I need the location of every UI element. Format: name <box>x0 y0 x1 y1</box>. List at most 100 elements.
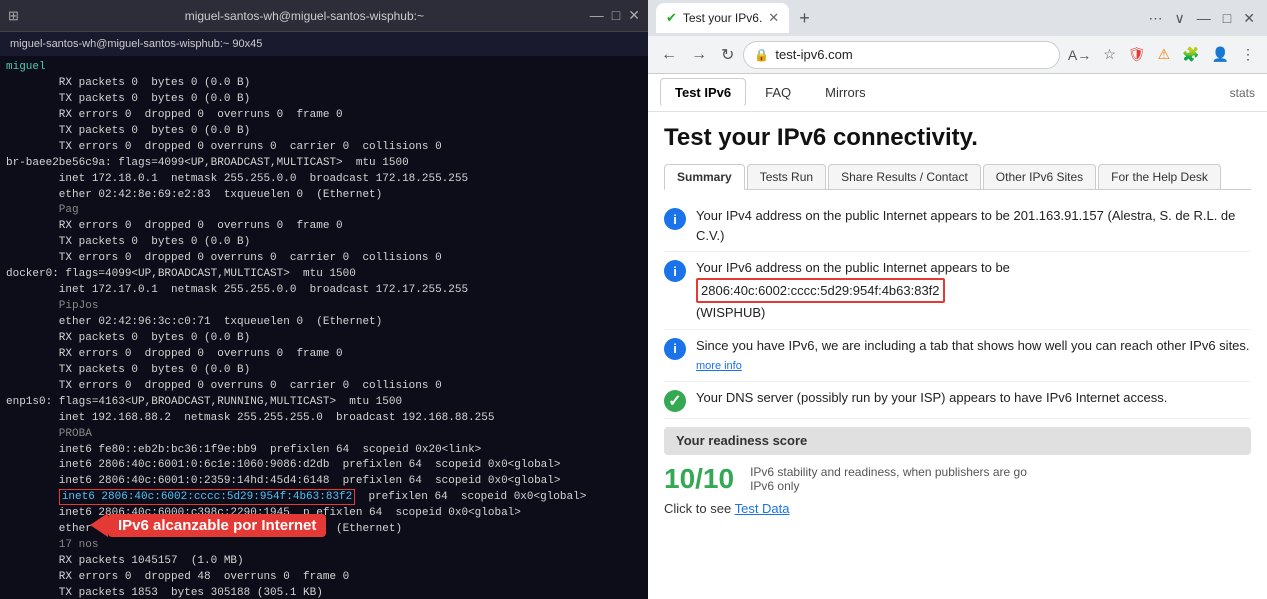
terminal-line: RX errors 0 dropped 0 overruns 0 frame 0 <box>6 108 642 124</box>
terminal-line: TX packets 0 bytes 0 (0.0 B) <box>6 92 642 108</box>
terminal-line: miguel <box>6 60 642 76</box>
browser-titlebar: ✔ Test your IPv6. ✕ + ⋯ ∨ — □ ✕ <box>648 0 1267 36</box>
terminal-line: TX packets 0 bytes 0 (0.0 B) <box>6 124 642 140</box>
tab-close-button[interactable]: ✕ <box>768 10 779 26</box>
info-icon-ipv4: i <box>664 208 686 230</box>
terminal-line: RX errors 0 dropped 0 overruns 0 frame 0 <box>6 219 642 235</box>
readiness-desc: IPv6 stability and readiness, when publi… <box>750 465 1030 493</box>
site-nav-tab-test-ipv6[interactable]: Test IPv6 <box>660 78 746 107</box>
terminal-line: TX errors 0 dropped 0 overruns 0 carrier… <box>6 379 642 395</box>
warning-icon[interactable]: ⚠ <box>1154 44 1175 65</box>
browser-toolbar: ← → ↻ 🔒 test-ipv6.com A→ ☆ 🛡 ⚠ 🧩 👤 ⋮ <box>648 36 1267 74</box>
tab-favicon-icon: ✔ <box>666 10 677 26</box>
info-row-ipv4: i Your IPv4 address on the public Intern… <box>664 200 1251 252</box>
info-icon-dns: ✓ <box>664 390 686 412</box>
inner-tab-tests-run[interactable]: Tests Run <box>747 164 826 189</box>
inner-tab-label-summary: Summary <box>677 170 732 184</box>
translate-button[interactable]: A→ <box>1064 45 1095 65</box>
inner-tab-label-share: Share Results / Contact <box>841 170 968 184</box>
maximize-button[interactable]: □ <box>612 7 620 24</box>
terminal-body: miguel RX packets 0 bytes 0 (0.0 B) TX p… <box>0 56 648 599</box>
terminal-line: enp1s0: flags=4163<UP,BROADCAST,RUNNING,… <box>6 395 642 411</box>
terminal-controls[interactable]: — □ ✕ <box>590 7 640 24</box>
site-nav-tab-faq[interactable]: FAQ <box>750 78 806 107</box>
test-data-link[interactable]: Test Data <box>735 501 790 516</box>
browser-tab[interactable]: ✔ Test your IPv6. ✕ <box>656 3 789 33</box>
terminal-line: inet 192.168.88.2 netmask 255.255.255.0 … <box>6 411 642 427</box>
extensions-button[interactable]: 🧩 <box>1178 44 1203 65</box>
terminal-tab-label: miguel-santos-wh@miguel-santos-wisphub:~… <box>10 38 262 50</box>
reload-button[interactable]: ↻ <box>716 43 739 67</box>
inner-tab-help-desk[interactable]: For the Help Desk <box>1098 164 1221 189</box>
terminal-line: inet6 2806:40c:6001:0:2359:14hd:45d4:614… <box>6 474 642 490</box>
terminal-line: docker0: flags=4099<UP,BROADCAST,MULTICA… <box>6 267 642 283</box>
browser-maximize-button[interactable]: □ <box>1219 8 1235 28</box>
browser-content: Test your IPv6 connectivity. Summary Tes… <box>648 112 1267 599</box>
url-security-icon: 🔒 <box>754 48 769 62</box>
minimize-button[interactable]: — <box>590 7 604 24</box>
terminal-panel: ⊞ miguel-santos-wh@miguel-santos-wisphub… <box>0 0 648 599</box>
site-nav-label-mirrors: Mirrors <box>825 85 865 100</box>
readiness-score: 10/10 <box>664 463 734 495</box>
terminal-line: TX errors 0 dropped 0 overruns 0 carrier… <box>6 251 642 267</box>
more-info-link[interactable]: more info <box>696 360 742 372</box>
terminal-tab[interactable]: miguel-santos-wh@miguel-santos-wisphub:~… <box>0 32 648 56</box>
menu-button[interactable]: ⋮ <box>1237 44 1259 65</box>
address-bar[interactable]: 🔒 test-ipv6.com <box>743 41 1059 69</box>
terminal-icon: ⊞ <box>8 8 19 24</box>
browser-minimize-button[interactable]: — <box>1193 8 1215 28</box>
terminal-title: miguel-santos-wh@miguel-santos-wisphub:~ <box>19 9 590 23</box>
terminal-titlebar: ⊞ miguel-santos-wh@miguel-santos-wisphub… <box>0 0 648 32</box>
bookmark-button[interactable]: ☆ <box>1099 44 1120 65</box>
terminal-line: TX packets 0 bytes 0 (0.0 B) <box>6 363 642 379</box>
terminal-line: TX errors 0 dropped 0 overruns 0 carrier… <box>6 140 642 156</box>
browser-more-icon[interactable]: ⋯ <box>1145 8 1167 29</box>
toolbar-icons: A→ ☆ 🛡 ⚠ 🧩 👤 ⋮ <box>1064 44 1259 65</box>
terminal-line: br-baee2be56c9a: flags=4099<UP,BROADCAST… <box>6 156 642 172</box>
shield-icon[interactable]: 🛡 <box>1124 44 1150 65</box>
test-data-row: Click to see Test Data <box>664 501 1251 516</box>
site-nav: Test IPv6 FAQ Mirrors stats <box>648 74 1267 112</box>
inner-tab-label-other-sites: Other IPv6 Sites <box>996 170 1083 184</box>
stats-button[interactable]: stats <box>1230 86 1255 100</box>
browser-chevron-icon[interactable]: ∨ <box>1171 8 1189 29</box>
inner-tab-label-tests-run: Tests Run <box>760 170 813 184</box>
readiness-bar-label: Your readiness score <box>676 433 807 448</box>
back-button[interactable]: ← <box>656 44 682 66</box>
terminal-line: RX packets 0 bytes 0 (0.0 B) <box>6 331 642 347</box>
terminal-line: TX packets 0 bytes 0 (0.0 B) <box>6 235 642 251</box>
terminal-line: ether 60:18:95:1c:d2:4d txqueuelen 1000 … <box>6 522 642 538</box>
terminal-line: Pag <box>6 203 642 219</box>
inner-tab-summary[interactable]: Summary <box>664 164 745 190</box>
browser-tab-label: Test your IPv6. <box>683 11 762 25</box>
profile-button[interactable]: 👤 <box>1208 44 1233 65</box>
terminal-line: PipJos <box>6 299 642 315</box>
terminal-line: inet6 2806:40c:6002:cccc:5d29:954f:4b63:… <box>6 490 642 506</box>
test-data-label: Click to see <box>664 501 731 516</box>
info-row-ipv6-sites: i Since you have IPv6, we are including … <box>664 330 1251 382</box>
page-title: Test your IPv6 connectivity. <box>664 124 1251 152</box>
terminal-line: ether 02:42:96:3c:c0:71 txqueuelen 0 (Et… <box>6 315 642 331</box>
forward-button[interactable]: → <box>686 44 712 66</box>
site-nav-tab-mirrors[interactable]: Mirrors <box>810 78 880 107</box>
new-tab-button[interactable]: + <box>795 8 814 29</box>
terminal-line: RX errors 0 dropped 48 overruns 0 frame … <box>6 570 642 586</box>
terminal-line: inet 172.18.0.1 netmask 255.255.0.0 broa… <box>6 172 642 188</box>
inner-tab-label-help-desk: For the Help Desk <box>1111 170 1208 184</box>
url-text: test-ipv6.com <box>775 47 852 62</box>
info-text-dns: Your DNS server (possibly run by your IS… <box>696 388 1251 408</box>
close-button[interactable]: ✕ <box>628 7 640 24</box>
inner-tab-other-sites[interactable]: Other IPv6 Sites <box>983 164 1096 189</box>
readiness-bar: Your readiness score <box>664 427 1251 455</box>
browser-window-controls: ⋯ ∨ — □ ✕ <box>1145 8 1259 29</box>
inner-tab-share[interactable]: Share Results / Contact <box>828 164 981 189</box>
terminal-line: TX packets 1853 bytes 305188 (305.1 KB) <box>6 586 642 599</box>
info-icon-ipv6-sites: i <box>664 338 686 360</box>
browser-close-button[interactable]: ✕ <box>1239 8 1259 29</box>
info-text-ipv6: Your IPv6 address on the public Internet… <box>696 258 1251 323</box>
info-text-ipv6-sites: Since you have IPv6, we are including a … <box>696 336 1251 375</box>
info-text-ipv4: Your IPv4 address on the public Internet… <box>696 206 1251 245</box>
inner-tabs: Summary Tests Run Share Results / Contac… <box>664 164 1251 190</box>
terminal-line: 17 nos <box>6 538 642 554</box>
terminal-line: inet6 2806:40c:6001:0:6c1e:1060:9086:d2d… <box>6 458 642 474</box>
